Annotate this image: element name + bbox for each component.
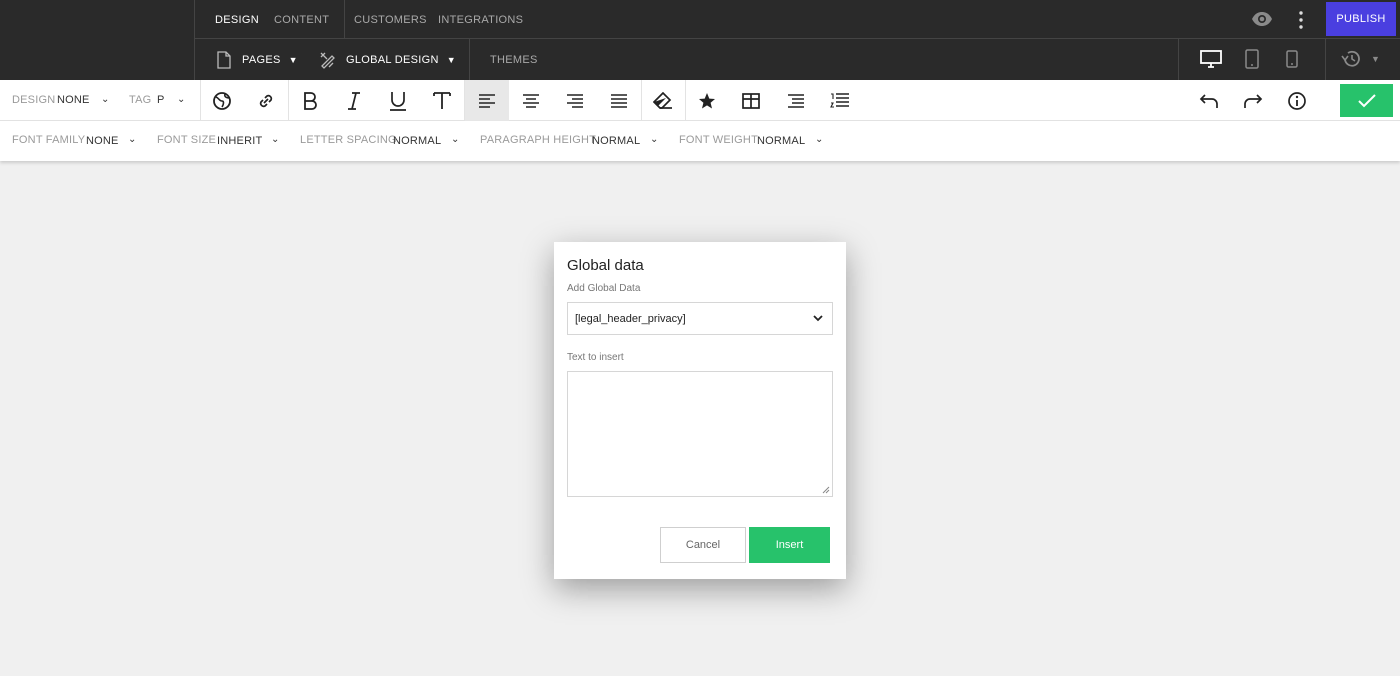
text-to-insert-field[interactable] [567,371,833,497]
tag-label: TAG [129,94,152,106]
history-icon [1341,50,1360,67]
underline-icon[interactable] [376,80,420,121]
letter-spacing-label: LETTER SPACING [300,134,397,146]
global-design-label: GLOBAL DESIGN [346,53,439,66]
confirm-button[interactable] [1340,84,1393,117]
sub-nav-row: PAGES ▼ GLOBAL DESIGN ▼ THEMES ▼ [195,39,1400,80]
globe-icon[interactable] [200,80,244,121]
text-icon[interactable] [420,80,464,121]
font-family-value: NONE [86,135,119,147]
text-to-insert-label: Text to insert [567,352,624,363]
letter-spacing-select[interactable]: NORMAL ⌄ [393,134,465,148]
design-tools-icon [320,52,335,69]
logo-area [0,0,195,80]
chevron-down-icon: ⌄ [271,134,280,145]
font-size-label: FONT SIZE [157,134,217,146]
link-icon[interactable] [244,80,288,121]
chevron-down-icon: ▼ [1371,54,1380,64]
paragraph-height-label: PARAGRAPH HEIGHT [480,134,597,146]
tab-design[interactable]: DESIGN [215,14,259,26]
tag-value: P [157,94,165,106]
themes-label: THEMES [490,53,538,66]
align-center-icon[interactable] [509,80,553,121]
star-icon[interactable] [685,80,729,121]
resize-handle-icon[interactable] [822,486,830,494]
font-weight-label: FONT WEIGHT [679,134,758,146]
font-size-value: INHERIT [217,135,263,147]
bulleted-list-icon[interactable] [774,80,818,121]
global-data-select-value: [legal_header_privacy] [575,312,686,325]
paragraph-height-select[interactable]: NORMAL ⌄ [592,134,664,148]
chevron-down-icon: ⌄ [128,134,137,145]
pages-label: PAGES [242,53,281,66]
cancel-button[interactable]: Cancel [660,527,746,563]
chevron-down-icon: ⌄ [101,94,110,105]
font-family-select[interactable]: NONE ⌄ [86,134,142,148]
chevron-down-icon: ⌄ [650,134,659,145]
align-left-icon[interactable] [465,80,509,121]
chevron-down-icon: ⌄ [815,134,824,145]
paragraph-height-value: NORMAL [592,135,641,147]
redo-icon[interactable] [1231,80,1275,121]
check-icon [1357,93,1376,107]
mobile-view-icon[interactable] [1286,50,1298,73]
global-data-select[interactable]: [legal_header_privacy] [567,302,833,335]
font-family-label: FONT FAMILY [12,134,86,146]
global-data-dialog: Global data Add Global Data [legal_heade… [554,242,846,579]
add-global-data-label: Add Global Data [567,283,641,294]
formatting-toolbar: DESIGN NONE ⌄ TAG P ⌄ [0,80,1400,121]
dialog-title: Global data [567,257,644,274]
page-icon [217,50,231,69]
global-design-dropdown[interactable]: GLOBAL DESIGN ▼ [319,39,456,80]
letter-spacing-value: NORMAL [393,135,442,147]
align-justify-icon[interactable] [597,80,641,121]
undo-icon[interactable] [1187,80,1231,121]
font-weight-value: NORMAL [757,135,806,147]
design-label: DESIGN [12,94,56,106]
design-select[interactable]: NONE ⌄ [57,94,112,108]
align-right-icon[interactable] [553,80,597,121]
tab-integrations[interactable]: INTEGRATIONS [438,14,523,26]
table-icon[interactable] [729,80,773,121]
top-navigation-bar: DESIGN CONTENT CUSTOMERS INTEGRATIONS PU… [0,0,1400,80]
bold-icon[interactable] [288,80,332,121]
font-weight-select[interactable]: NORMAL ⌄ [757,134,829,148]
main-tabs-row: DESIGN CONTENT CUSTOMERS INTEGRATIONS PU… [195,0,1400,39]
chevron-down-icon: ▼ [288,54,298,65]
themes-tab[interactable]: THEMES [490,39,538,80]
more-options-icon[interactable] [1293,10,1309,30]
tag-select[interactable]: P ⌄ [157,94,191,108]
info-icon[interactable] [1275,80,1319,121]
preview-eye-icon[interactable] [1251,10,1275,28]
font-size-select[interactable]: INHERIT ⌄ [217,134,283,148]
pages-dropdown[interactable]: PAGES ▼ [217,39,298,80]
font-settings-bar: FONT FAMILY NONE ⌄ FONT SIZE INHERIT ⌄ L… [0,121,1400,161]
numbered-list-icon[interactable] [818,80,862,121]
desktop-view-icon[interactable] [1200,50,1222,73]
tablet-view-icon[interactable] [1245,49,1259,74]
history-dropdown[interactable]: ▼ [1341,49,1380,69]
tab-content[interactable]: CONTENT [274,14,329,26]
chevron-down-icon: ▼ [446,54,456,65]
chevron-down-icon: ⌄ [451,134,460,145]
tab-customers[interactable]: CUSTOMERS [354,14,427,26]
chevron-down-icon [813,315,823,322]
eraser-icon[interactable] [641,80,685,121]
insert-button[interactable]: Insert [749,527,830,563]
chevron-down-icon: ⌄ [177,94,186,105]
publish-button[interactable]: PUBLISH [1326,2,1396,36]
italic-icon[interactable] [332,80,376,121]
design-value: NONE [57,94,90,106]
